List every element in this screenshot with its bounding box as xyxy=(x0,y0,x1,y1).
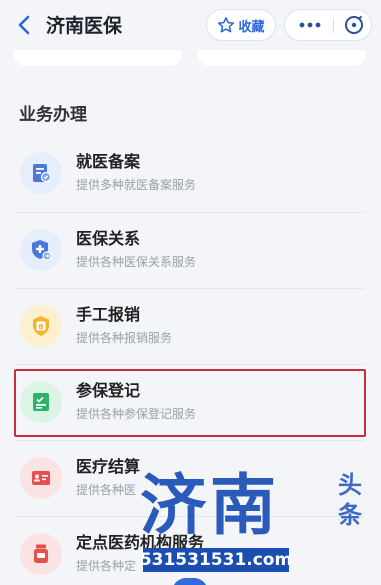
receipt-icon xyxy=(20,457,62,499)
list-item-insurance-relation[interactable]: 医保关系 提供各种医保关系服务 xyxy=(14,213,364,289)
item-name: 医疗结算 xyxy=(76,457,141,476)
item-name: 手工报销 xyxy=(76,305,141,324)
badge-b-icon: B xyxy=(20,305,62,347)
top-card-left xyxy=(14,50,182,66)
close-circle-icon xyxy=(345,15,363,34)
close-button[interactable] xyxy=(340,10,368,40)
list-item-manual-reimbursement[interactable]: B 手工报销 提供各种报销服务 xyxy=(14,289,364,365)
favorite-label: 收藏 xyxy=(238,19,265,35)
watermark-logo-text: 济南 xyxy=(140,466,280,544)
more-icon xyxy=(299,22,321,28)
item-desc: 提供各种定 xyxy=(76,559,137,573)
item-desc: 提供各种报销服务 xyxy=(76,331,173,345)
star-icon xyxy=(218,17,235,33)
miniapp-capsule xyxy=(284,9,372,41)
back-button[interactable] xyxy=(12,12,36,38)
item-name: 就医备案 xyxy=(76,152,141,171)
list-item-medical-filing[interactable]: 就医备案 提供多种就医备案服务 xyxy=(14,136,364,212)
favorite-button[interactable]: 收藏 xyxy=(206,9,276,41)
highlight-box xyxy=(14,369,366,437)
item-desc: 提供各种医保关系服务 xyxy=(76,255,197,269)
capsule-divider xyxy=(333,18,334,33)
more-button[interactable] xyxy=(295,10,325,40)
item-desc: 提供多种就医备案服务 xyxy=(76,178,197,192)
watermark-side-text: 头条 xyxy=(338,470,362,529)
app-header: 济南医保 收藏 xyxy=(0,0,381,50)
pill-bottle-icon xyxy=(20,533,62,575)
item-name: 医保关系 xyxy=(76,229,141,248)
top-card-right xyxy=(198,50,366,66)
item-desc: 提供各种医 xyxy=(76,483,137,497)
section-title: 业务办理 xyxy=(19,105,87,125)
page-title: 济南医保 xyxy=(46,15,123,37)
svg-text:B: B xyxy=(38,323,43,331)
chevron-left-icon xyxy=(18,15,30,35)
medical-record-icon xyxy=(20,152,62,194)
watermark-url: 531531531.com xyxy=(139,548,293,572)
shield-plus-icon xyxy=(20,229,62,271)
